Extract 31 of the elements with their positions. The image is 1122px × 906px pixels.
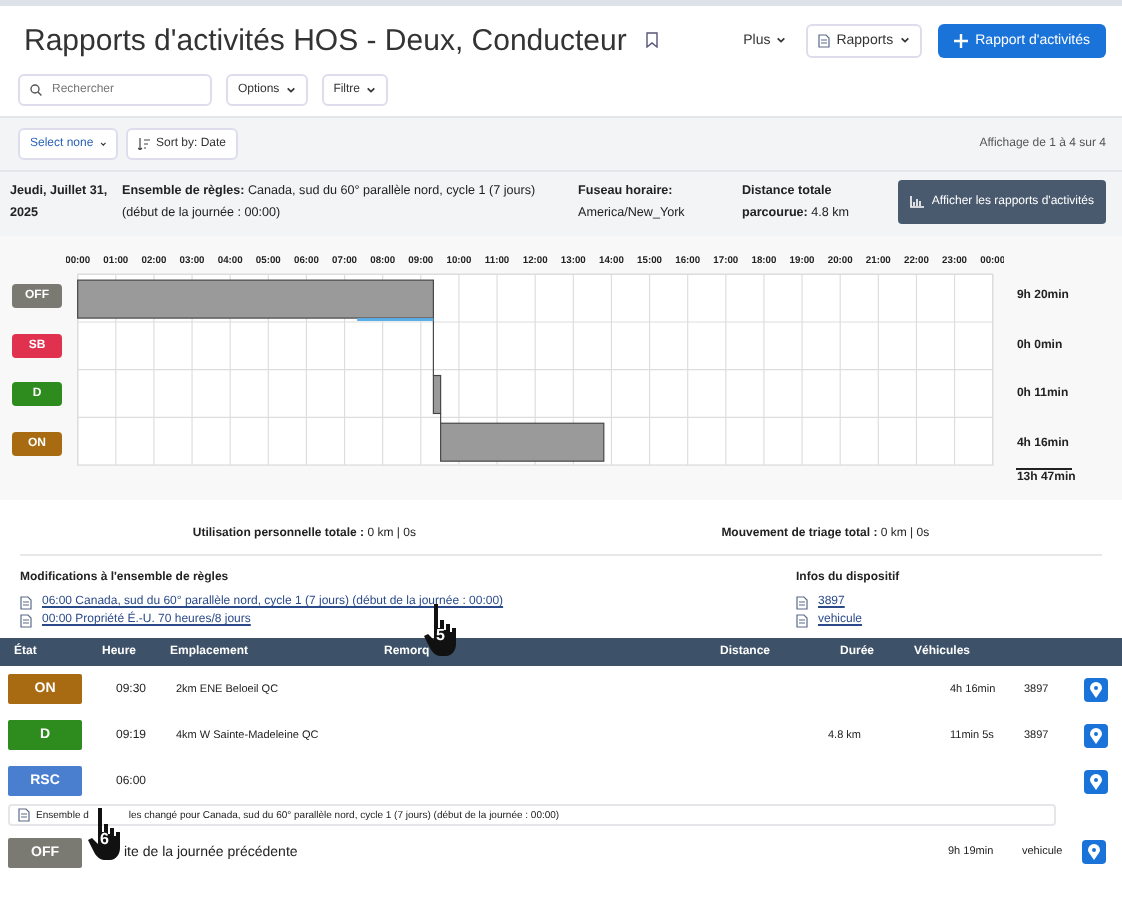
caret-icon [285, 86, 296, 94]
cursor-number: 6 [100, 830, 109, 848]
plus-icon [953, 33, 968, 47]
caret-icon [776, 36, 787, 44]
page-title: Rapports d'activités HOS - Deux, Conducteur [24, 23, 627, 57]
location-pin-icon [1090, 727, 1102, 743]
transition-line [433, 317, 435, 377]
caret-icon [366, 86, 377, 94]
document-icon [20, 596, 32, 610]
location-pin-icon [1090, 681, 1102, 697]
sort-icon [138, 138, 150, 150]
location-button[interactable] [1084, 723, 1108, 747]
document-icon [20, 614, 32, 628]
caret-icon [99, 140, 106, 148]
location-button[interactable] [1084, 677, 1108, 701]
document-icon [796, 614, 808, 628]
status-bar [433, 374, 442, 415]
cursor-number: 5 [436, 626, 445, 644]
caret-icon [899, 36, 910, 44]
location-button[interactable] [1084, 769, 1108, 793]
bar-chart-icon [909, 196, 924, 208]
hand-cursor-icon [88, 806, 124, 862]
document-icon [818, 33, 831, 47]
search-icon [30, 84, 42, 96]
location-pin-icon [1090, 773, 1102, 789]
transition-line [440, 412, 442, 424]
location-button[interactable] [1082, 840, 1106, 864]
location-pin-icon [1088, 844, 1100, 860]
bookmark-icon[interactable] [646, 32, 659, 48]
document-icon [796, 596, 808, 610]
document-icon [18, 808, 30, 822]
